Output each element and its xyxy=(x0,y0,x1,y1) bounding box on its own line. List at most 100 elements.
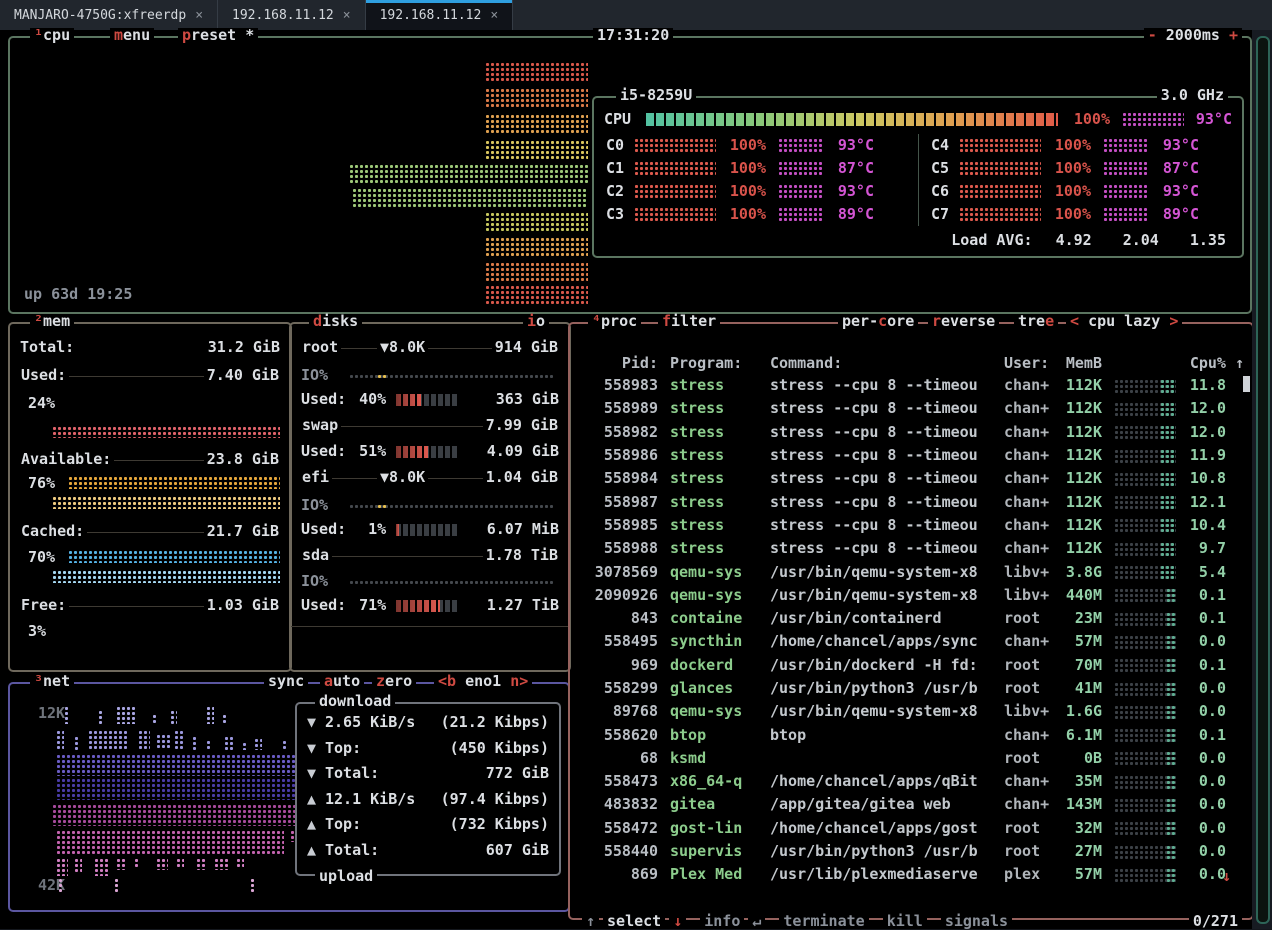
col-program[interactable]: Program: xyxy=(670,356,760,371)
refresh-minus-button[interactable]: - xyxy=(1148,26,1157,44)
signals-button[interactable]: signals xyxy=(941,914,1012,929)
proc-pid: 68 xyxy=(580,751,658,766)
table-row[interactable]: 558495syncthin/home/chancel/apps/synccha… xyxy=(580,630,1244,653)
table-row[interactable]: 483832gitea/app/gitea/gitea webchan+143M… xyxy=(580,793,1244,816)
proc-program: btop xyxy=(670,728,760,743)
auto-toggle[interactable]: auto xyxy=(320,674,364,689)
proc-command: stress --cpu 8 --timeou xyxy=(770,448,998,463)
terminal-scrollbar-track[interactable] xyxy=(1252,30,1272,929)
filter-button[interactable]: filter xyxy=(658,314,720,329)
upload-speed-row: ▲ 12.1 KiB/s (97.4 Kibps) xyxy=(297,787,559,813)
table-row[interactable]: 68ksmdroot0B0.0 xyxy=(580,747,1244,770)
close-icon[interactable]: × xyxy=(490,8,498,23)
col-cpu[interactable]: Cpu% ↑ xyxy=(1190,356,1244,371)
core-temp-meter xyxy=(778,138,824,153)
sort-prev-button[interactable]: < xyxy=(1070,312,1079,330)
proc-pid: 558986 xyxy=(580,448,658,463)
table-row[interactable]: 558984stressstress --cpu 8 --timeouchan+… xyxy=(580,467,1244,490)
refresh-plus-button[interactable]: + xyxy=(1229,26,1238,44)
download-top-bits: (450 Kibps) xyxy=(450,741,549,756)
proc-rows: 558983stressstress --cpu 8 --timeouchan+… xyxy=(580,374,1244,887)
disks-box-title[interactable]: disks xyxy=(309,314,362,329)
table-row[interactable]: 558989stressstress --cpu 8 --timeouchan+… xyxy=(580,397,1244,420)
table-row[interactable]: 558985stressstress --cpu 8 --timeouchan+… xyxy=(580,514,1244,537)
close-icon[interactable]: × xyxy=(195,8,203,23)
mem-used-pct: 24% xyxy=(28,396,55,411)
zero-toggle[interactable]: zero xyxy=(372,674,416,689)
net-box-title[interactable]: ³net xyxy=(30,674,74,689)
proc-box-title[interactable]: ⁴proc xyxy=(588,314,641,329)
table-row[interactable]: 558986stressstress --cpu 8 --timeouchan+… xyxy=(580,444,1244,467)
disk-sda-used-row: Used: 71% 1.27 TiB xyxy=(301,598,559,613)
col-pid[interactable]: Pid: xyxy=(580,356,658,371)
mem-used-value: 7.40 GiB xyxy=(204,368,282,383)
kill-button[interactable]: kill xyxy=(883,914,927,929)
disks-title-label: isks xyxy=(322,312,358,330)
proc-pid: 558985 xyxy=(580,518,658,533)
col-command[interactable]: Command: xyxy=(770,356,998,371)
table-row[interactable]: 558440supervis/usr/bin/python3 /usr/broo… xyxy=(580,840,1244,863)
table-row[interactable]: 558472gost-lin/home/chancel/apps/gostroo… xyxy=(580,817,1244,840)
io-toggle[interactable]: io xyxy=(523,314,549,329)
info-button[interactable]: info xyxy=(700,914,744,929)
per-core-toggle[interactable]: per-core xyxy=(838,314,918,329)
table-row[interactable]: 558983stressstress --cpu 8 --timeouchan+… xyxy=(580,374,1244,397)
table-row[interactable]: 843containe/usr/bin/containerdroot23M0.1 xyxy=(580,607,1244,630)
reverse-toggle[interactable]: reverse xyxy=(928,314,999,329)
proc-cpu-meter xyxy=(1114,821,1176,835)
proc-cpu-meter xyxy=(1114,518,1176,532)
col-user[interactable]: User: xyxy=(1004,356,1056,371)
proc-cpu-meter xyxy=(1114,868,1176,882)
select-down-icon[interactable]: ↓ xyxy=(669,914,686,929)
proc-user: chan+ xyxy=(1004,448,1056,463)
table-row[interactable]: 869Plex Med/usr/lib/plexmediaserveplex57… xyxy=(580,863,1244,886)
cpu-total-temp-meter xyxy=(1122,112,1184,127)
proc-scrollbar-indicator[interactable] xyxy=(1243,376,1250,392)
proc-program: stress xyxy=(670,541,760,556)
download-arrow-icon: ▼ xyxy=(307,715,325,730)
cpu-box-title[interactable]: ¹cpu xyxy=(30,28,74,43)
interface-switcher[interactable]: <b eno1 n> xyxy=(434,674,532,689)
col-mem[interactable]: MemB xyxy=(1056,356,1102,371)
sort-selector[interactable]: < cpu lazy > xyxy=(1066,314,1182,329)
table-row[interactable]: 3078569qemu-sys/usr/bin/qemu-system-x8li… xyxy=(580,560,1244,583)
sort-next-button[interactable]: > xyxy=(1169,312,1178,330)
tab-remote-2-active[interactable]: 192.168.11.12 × xyxy=(366,0,514,30)
table-row[interactable]: 558988stressstress --cpu 8 --timeouchan+… xyxy=(580,537,1244,560)
core-usage-pct: 100% xyxy=(720,207,766,222)
table-row[interactable]: 558620btopbtopchan+6.1M0.1 xyxy=(580,723,1244,746)
table-row[interactable]: 558473x86_64-q/home/chancel/apps/qBitcha… xyxy=(580,770,1244,793)
table-row[interactable]: 89768qemu-sys/usr/bin/qemu-system-x8libv… xyxy=(580,700,1244,723)
sync-toggle[interactable]: sync xyxy=(264,674,308,689)
disk-root-io-spark xyxy=(377,374,386,379)
load-average: Load AVG: 4.92 2.04 1.35 xyxy=(951,233,1226,248)
proc-mem: 6.1M xyxy=(1056,728,1102,743)
iface-prev-button[interactable]: <b xyxy=(438,672,456,690)
preset-button[interactable]: preset * xyxy=(178,28,258,43)
proc-user: chan+ xyxy=(1004,797,1056,812)
select-button[interactable]: select xyxy=(603,914,665,929)
scroll-down-icon[interactable]: ↓ xyxy=(1222,869,1231,884)
table-row[interactable]: 2090926qemu-sys/usr/bin/qemu-system-x8li… xyxy=(580,584,1244,607)
mem-available-value: 23.8 GiB xyxy=(204,452,282,467)
terminate-button[interactable]: terminate xyxy=(779,914,868,929)
menu-button[interactable]: menu xyxy=(110,28,154,43)
mem-box-title[interactable]: ²mem xyxy=(30,314,74,329)
load-5m: 2.04 xyxy=(1123,231,1159,249)
table-row[interactable]: 558982stressstress --cpu 8 --timeouchan+… xyxy=(580,421,1244,444)
enter-icon: ↵ xyxy=(748,914,765,929)
table-row[interactable]: 558299glances/usr/bin/python3 /usr/broot… xyxy=(580,677,1244,700)
upload-top-row: ▲ Top: (732 Kibps) xyxy=(297,812,559,838)
tree-toggle[interactable]: tree xyxy=(1014,314,1058,329)
close-icon[interactable]: × xyxy=(343,8,351,23)
disk-size: 7.99 GiB xyxy=(483,418,561,433)
reverse-hotkey: r xyxy=(932,312,941,330)
terminal-scrollbar-thumb[interactable] xyxy=(1256,36,1270,924)
select-up-icon[interactable]: ↑ xyxy=(582,914,599,929)
table-row[interactable]: 969dockerd/usr/bin/dockerd -H fd:root70M… xyxy=(580,654,1244,677)
proc-mem: 41M xyxy=(1056,681,1102,696)
download-title: download xyxy=(315,694,395,709)
proc-mem: 143M xyxy=(1056,797,1102,812)
table-row[interactable]: 558987stressstress --cpu 8 --timeouchan+… xyxy=(580,490,1244,513)
iface-next-button[interactable]: n> xyxy=(510,672,528,690)
